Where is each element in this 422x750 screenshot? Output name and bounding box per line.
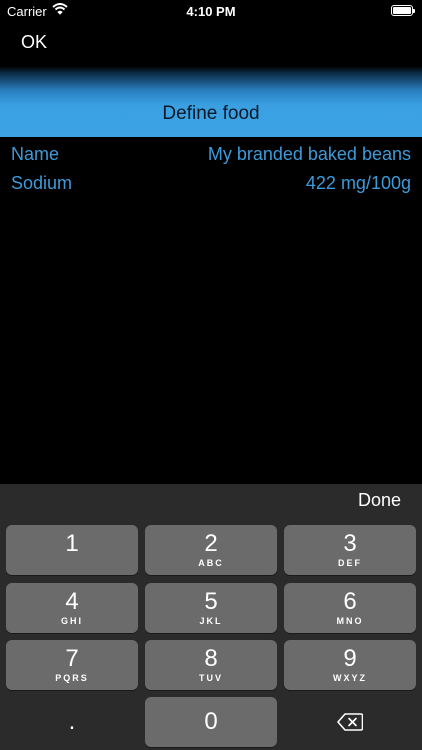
key-letters: ABC: [198, 558, 224, 568]
key-digit: 8: [204, 645, 218, 672]
key-8[interactable]: 8 TUV: [145, 640, 277, 690]
numeric-keypad: Done 1 2 ABC 3 DEF 4 GHI 5 JKL 6 MNO 7 P…: [0, 484, 422, 750]
status-bar: Carrier 4:10 PM: [0, 0, 422, 22]
field-value[interactable]: My branded baked beans: [208, 144, 411, 165]
key-2[interactable]: 2 ABC: [145, 525, 277, 575]
battery-icon: [391, 5, 415, 16]
key-letters: PQRS: [55, 673, 89, 683]
key-letters: GHI: [60, 616, 83, 626]
key-digit: 1: [65, 530, 79, 557]
backspace-icon: [337, 713, 364, 731]
key-letters: DEF: [338, 558, 362, 568]
status-time: 4:10 PM: [186, 4, 236, 19]
key-digit: 4: [65, 588, 79, 615]
key-digit: 9: [343, 645, 357, 672]
key-letters: JKL: [199, 616, 223, 626]
key-digit: 6: [343, 588, 357, 615]
key-digit: 7: [65, 645, 79, 672]
key-digit: 0: [204, 708, 218, 735]
backspace-key[interactable]: [284, 697, 416, 747]
key-digit: .: [68, 708, 76, 735]
field-row-name[interactable]: Name My branded baked beans: [0, 140, 422, 166]
key-digit: 5: [204, 588, 218, 615]
key-digit: 3: [343, 530, 357, 557]
field-value[interactable]: 422 mg/100g: [306, 173, 411, 194]
field-row-sodium[interactable]: Sodium 422 mg/100g: [0, 169, 422, 195]
key-4[interactable]: 4 GHI: [6, 583, 138, 633]
key-letters: MNO: [336, 616, 364, 626]
key-digit: 2: [204, 530, 218, 557]
key-3[interactable]: 3 DEF: [284, 525, 416, 575]
done-button[interactable]: Done: [358, 490, 401, 511]
key-7[interactable]: 7 PQRS: [6, 640, 138, 690]
key-1[interactable]: 1: [6, 525, 138, 575]
ok-button[interactable]: OK: [21, 32, 47, 53]
key-9[interactable]: 9 WXYZ: [284, 640, 416, 690]
key-letters: WXYZ: [333, 673, 367, 683]
key-0[interactable]: 0: [145, 697, 277, 747]
key-6[interactable]: 6 MNO: [284, 583, 416, 633]
key-decimal[interactable]: .: [6, 697, 138, 747]
field-label: Name: [11, 144, 60, 164]
title-bar: Define food: [0, 66, 422, 137]
page-title: Define food: [162, 103, 260, 124]
key-letters: TUV: [199, 673, 223, 683]
field-label: Sodium: [11, 173, 73, 193]
key-5[interactable]: 5 JKL: [145, 583, 277, 633]
